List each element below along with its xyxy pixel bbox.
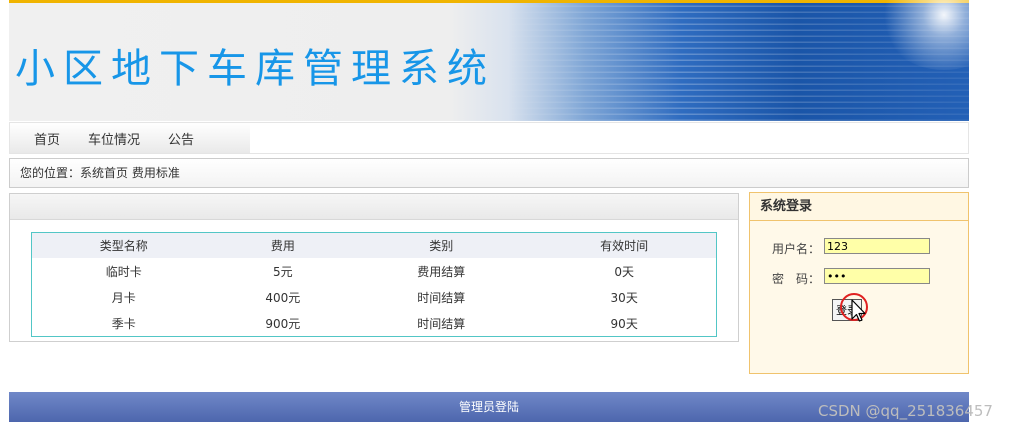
watermark: CSDN @qq_251836457	[818, 402, 993, 420]
login-title: 系统登录	[750, 193, 968, 221]
username-input[interactable]	[824, 238, 930, 254]
cell-category: 时间结算	[417, 290, 466, 305]
cell-validity: 90天	[610, 316, 638, 331]
nav-item-parking-status[interactable]: 车位情况	[74, 129, 154, 148]
breadcrumb: 您的位置：系统首页 费用标准	[9, 158, 969, 188]
mouse-pointer-icon	[840, 293, 868, 322]
column-header-fee: 费用	[215, 232, 351, 258]
fee-table: 类型名称 费用 类别 有效时间 临时卡 5元 费用结算 0天 月卡 400元 时…	[31, 232, 717, 337]
password-row: 密 码：	[772, 268, 930, 287]
cell-type: 月卡	[111, 290, 136, 305]
cell-category: 时间结算	[417, 316, 466, 331]
cell-fee: 900元	[265, 316, 301, 331]
site-title: 小区地下车库管理系统	[15, 46, 495, 92]
fee-panel-header	[10, 194, 738, 220]
cell-type: 临时卡	[105, 264, 142, 279]
header-banner: 小区地下车库管理系统	[9, 0, 969, 121]
table-row: 季卡 900元 时间结算 90天	[32, 310, 717, 337]
column-header-type: 类型名称	[31, 232, 216, 258]
cell-validity: 0天	[614, 264, 634, 279]
cell-fee: 400元	[265, 290, 301, 305]
login-panel: 系统登录 用户名： 密 码： 登录	[749, 192, 969, 374]
nav-bar: 首页 车位情况 公告	[9, 122, 969, 154]
password-label: 密 码：	[772, 272, 821, 286]
cell-category: 费用结算	[417, 264, 466, 279]
column-header-validity: 有效时间	[532, 232, 717, 258]
column-header-category: 类别	[350, 232, 533, 258]
username-label: 用户名：	[772, 242, 821, 256]
fee-panel: 类型名称 费用 类别 有效时间 临时卡 5元 费用结算 0天 月卡 400元 时…	[9, 193, 739, 342]
breadcrumb-label: 您的位置：	[20, 166, 81, 180]
table-header-row: 类型名称 费用 类别 有效时间	[31, 232, 717, 258]
cell-type: 季卡	[111, 316, 136, 331]
cell-fee: 5元	[273, 264, 293, 279]
nav-item-home[interactable]: 首页	[10, 129, 74, 148]
password-input[interactable]	[824, 268, 930, 284]
breadcrumb-path: 系统首页 费用标准	[80, 166, 180, 180]
table-row: 临时卡 5元 费用结算 0天	[32, 258, 717, 284]
cell-validity: 30天	[610, 290, 638, 305]
nav-tabs: 首页 车位情况 公告	[10, 123, 250, 153]
table-row: 月卡 400元 时间结算 30天	[32, 284, 717, 310]
username-row: 用户名：	[772, 238, 930, 257]
nav-item-announcements[interactable]: 公告	[154, 129, 208, 148]
